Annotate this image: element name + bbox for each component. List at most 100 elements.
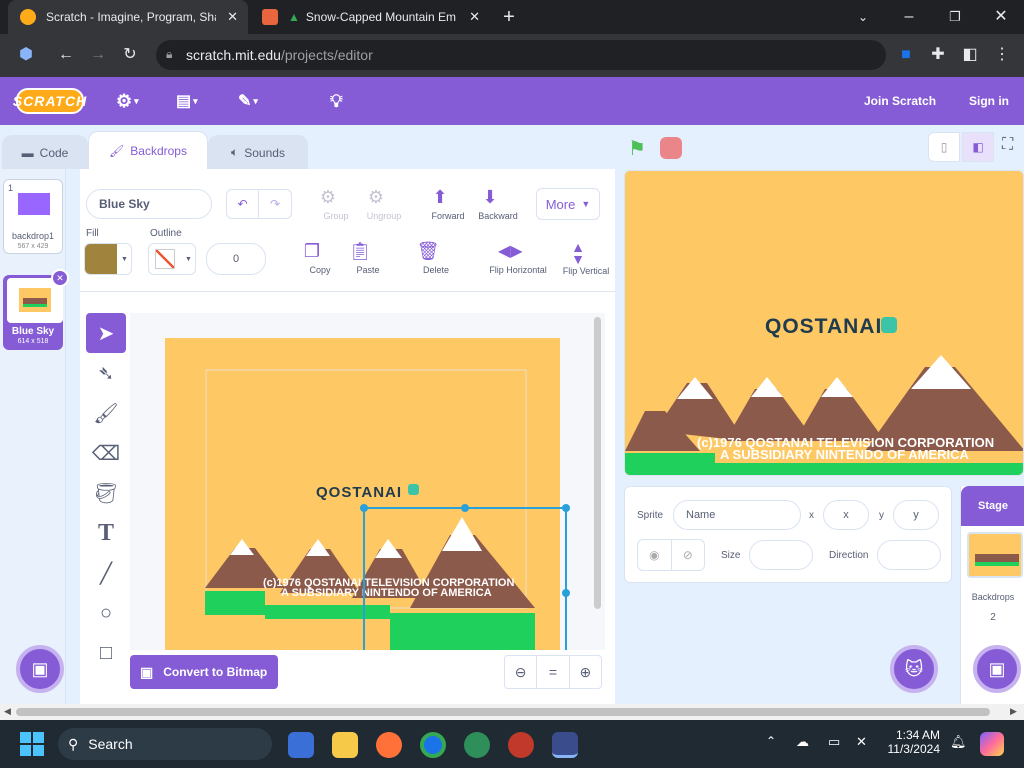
reshape-tool-icon[interactable]: ➴ [86, 353, 126, 393]
zoom-in-icon[interactable]: ⊕ [570, 656, 601, 688]
app-icon[interactable] [508, 732, 534, 758]
file-explorer-icon[interactable] [332, 732, 358, 758]
paint-canvas[interactable]: QOSTANAI (c)1976 QOSTANAI TELEVISION COR… [130, 313, 605, 650]
ungroup-button[interactable]: ⚙ Ungroup [364, 187, 402, 221]
scrollbar-thumb[interactable] [16, 708, 990, 716]
small-stage-icon[interactable]: ▯ [928, 132, 960, 162]
group-button[interactable]: ⚙ Group [316, 187, 349, 221]
reload-icon[interactable]: ↻ [118, 43, 142, 67]
tab-code[interactable]: ▬ Code [2, 135, 88, 169]
close-window-icon[interactable]: ✕ [989, 5, 1013, 29]
copilot-icon[interactable] [980, 732, 1004, 756]
convert-to-bitmap-button[interactable]: ▣ Convert to Bitmap [130, 655, 278, 689]
scroll-right-icon[interactable]: ▶ [1010, 706, 1017, 717]
canvas-scrollbar[interactable] [594, 317, 601, 609]
backdrop-item[interactable]: 1 backdrop1 567 x 429 [3, 179, 63, 254]
fill-color-picker[interactable]: ▼ [84, 243, 132, 275]
choose-backdrop-button[interactable]: ▣ [16, 645, 64, 693]
brush-tool-icon[interactable]: 🖌︎ [86, 393, 126, 433]
sprite-name-input[interactable]: Name [673, 500, 801, 530]
flip-vertical-button[interactable]: ▲ ▼ Flip Vertical [563, 240, 610, 276]
redo-icon[interactable]: ↷ [259, 190, 291, 218]
paste-button[interactable]: 📋︎ Paste [348, 241, 380, 275]
extensions-puzzle-icon[interactable]: ✚ [926, 43, 950, 67]
display-icon[interactable]: ▭ [828, 734, 840, 750]
outline-color-picker[interactable]: ▼ [148, 243, 196, 275]
address-bar[interactable]: 🔒︎ scratch.mit.edu/projects/editor [156, 40, 886, 70]
normal-stage-icon[interactable]: ◧ [962, 132, 994, 162]
chrome-icon[interactable] [420, 732, 446, 758]
profile-extension-icon[interactable]: ⬢ [14, 43, 38, 67]
forward-button[interactable]: ⬆ Forward [428, 187, 464, 221]
back-icon[interactable]: ← [54, 43, 78, 67]
flip-horizontal-button[interactable]: ◀▶ Flip Horizontal [489, 241, 547, 275]
hide-eye-icon[interactable]: ⊘ [672, 540, 705, 570]
restore-icon[interactable]: ❐ [943, 5, 967, 29]
zoom-out-icon[interactable]: ⊖ [505, 656, 538, 688]
delete-button[interactable]: 🗑︎ Delete [416, 241, 449, 275]
close-tab-icon[interactable]: ✕ [227, 9, 238, 25]
zoom-reset-button[interactable]: = [537, 656, 570, 688]
rectangle-tool-icon[interactable]: □ [86, 633, 126, 673]
stop-icon[interactable] [660, 137, 682, 159]
direction-input[interactable] [877, 540, 941, 570]
firefox-icon[interactable] [376, 732, 402, 758]
browser-tab-scratch[interactable]: Scratch - Imagine, Program, Sha ✕ [8, 0, 248, 34]
fullscreen-icon[interactable]: ⛶ [1002, 136, 1013, 154]
selection-handle[interactable] [562, 504, 570, 512]
widgets-app-icon[interactable] [288, 732, 314, 758]
costume-name-input[interactable]: Blue Sky [86, 189, 212, 219]
close-tab-icon[interactable]: ✕ [469, 9, 480, 25]
size-input[interactable] [749, 540, 813, 570]
side-panel-icon[interactable]: ◧ [958, 43, 982, 67]
show-eye-icon[interactable]: ◉ [638, 540, 672, 570]
text-tool-icon[interactable]: T [86, 513, 126, 553]
more-dropdown[interactable]: More ▼ [536, 188, 600, 220]
forward-icon[interactable]: → [86, 43, 110, 67]
eraser-tool-icon[interactable]: ⌫ [86, 433, 126, 473]
windows-start-icon[interactable] [20, 732, 44, 756]
selection-handle[interactable] [562, 589, 570, 597]
outline-width-input[interactable]: 0 [206, 243, 266, 275]
choose-stage-backdrop-button[interactable]: ▣ [973, 645, 1021, 693]
notification-bell-icon[interactable]: 🔔︎ [950, 734, 967, 750]
tray-chevron-up-icon[interactable]: ⌃ [766, 734, 776, 748]
tab-backdrops[interactable]: 🖌︎ Backdrops [88, 131, 208, 169]
select-tool-icon[interactable]: ➤ [86, 313, 126, 353]
stage-thumbnail[interactable] [967, 532, 1023, 578]
file-menu-icon[interactable]: ▤ ▾ [176, 77, 198, 125]
more-menu-icon[interactable]: ⋮ [990, 43, 1014, 67]
chevron-down-icon[interactable]: ⌄ [851, 5, 875, 29]
zoom-extension-icon[interactable]: ■ [894, 43, 918, 67]
clock[interactable]: 1:34 AM 11/3/2024 [884, 728, 941, 756]
new-tab-button[interactable]: + [497, 5, 521, 29]
copy-button[interactable]: ❐ Copy [300, 241, 331, 275]
join-scratch-link[interactable]: Join Scratch [864, 77, 936, 125]
edit-pencil-icon[interactable]: ✎ ▾ [238, 77, 258, 125]
choose-sprite-button[interactable]: 🐱︎ [890, 645, 938, 693]
backdrop-item-selected[interactable]: 2 Blue Sky 614 x 518 ✕ [3, 269, 69, 350]
browser-tab-mountain[interactable]: ▲ Snow-Capped Mountain Em ✕ [250, 0, 490, 34]
selection-handle[interactable] [360, 504, 368, 512]
delete-backdrop-icon[interactable]: ✕ [51, 269, 69, 287]
volume-muted-icon[interactable]: ✕ [856, 734, 867, 750]
minimize-icon[interactable]: – [897, 5, 921, 29]
line-tool-icon[interactable]: ╱ [86, 553, 126, 593]
backward-button[interactable]: ⬇ Backward [478, 187, 518, 221]
edge-icon[interactable] [464, 732, 490, 758]
green-flag-icon[interactable]: ⚑ [628, 136, 646, 161]
settings-gear-icon[interactable]: ⚙ ▾ [116, 77, 139, 125]
network-icon[interactable]: ☁ [796, 734, 809, 750]
y-input[interactable]: y [893, 500, 939, 530]
scroll-left-icon[interactable]: ◀ [4, 706, 11, 717]
page-horizontal-scrollbar[interactable]: ◀ ▶ [0, 704, 1024, 720]
fill-tool-icon[interactable]: 🪣︎ [86, 473, 126, 513]
tutorials-lightbulb-icon[interactable]: 💡︎ [330, 77, 343, 125]
circle-tool-icon[interactable]: ○ [86, 593, 126, 633]
stage[interactable]: QOSTANAI (c)1976 QOSTANAI TELEVISION COR… [624, 170, 1024, 476]
tab-sounds[interactable]: 🔈︎ Sounds [208, 135, 308, 169]
sign-in-link[interactable]: Sign in [969, 77, 1009, 125]
selection-handle[interactable] [461, 504, 469, 512]
active-browser-icon[interactable] [552, 732, 578, 758]
x-input[interactable]: x [823, 500, 869, 530]
